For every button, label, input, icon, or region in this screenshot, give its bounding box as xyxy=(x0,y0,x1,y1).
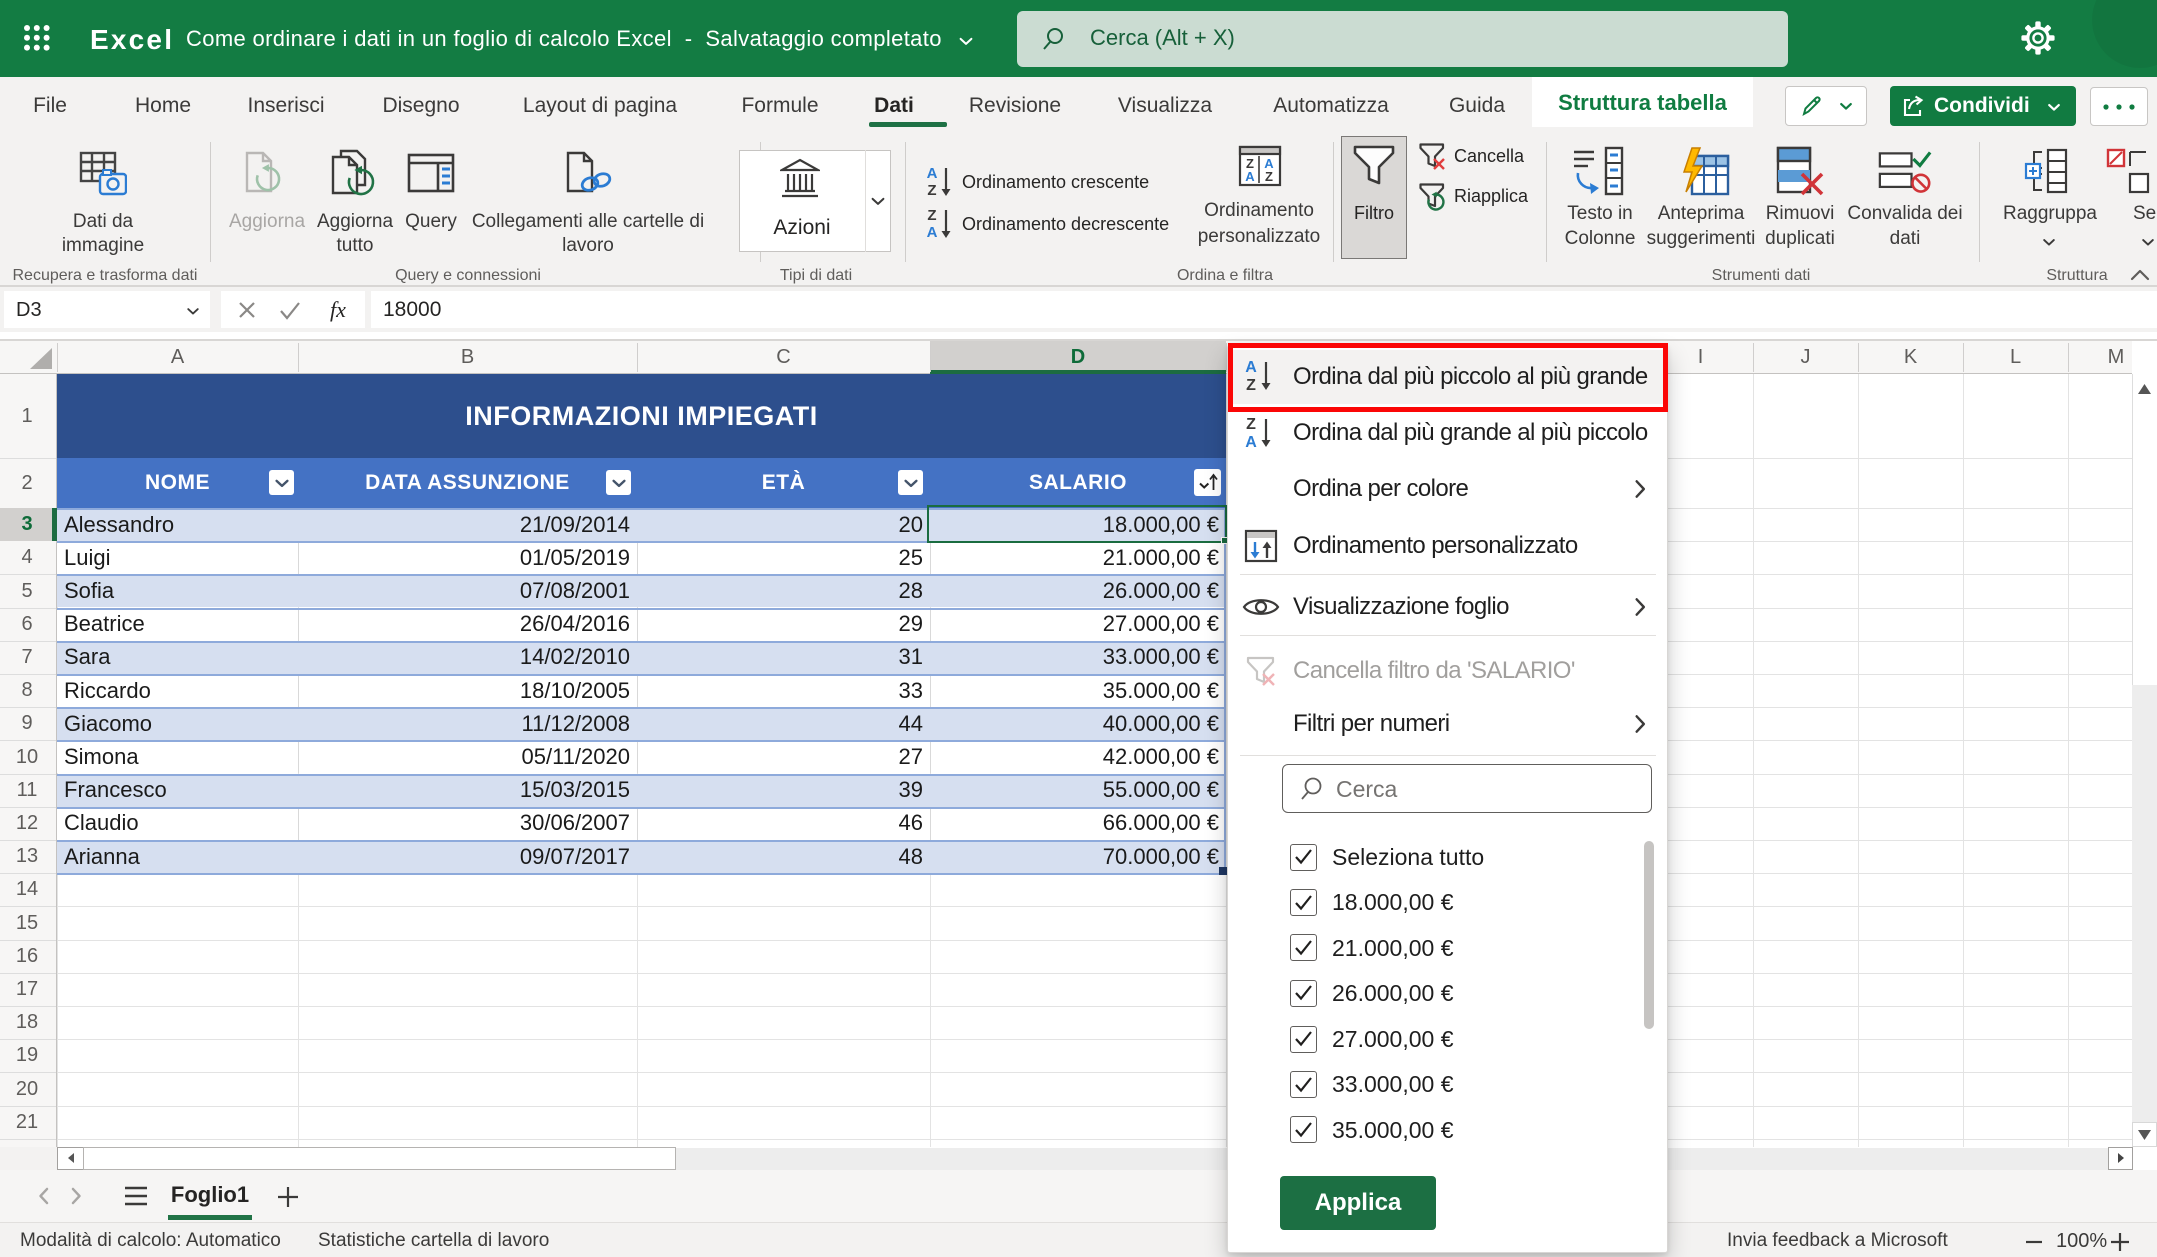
svg-text:A: A xyxy=(1245,359,1257,376)
svg-text:Z: Z xyxy=(927,207,936,224)
svg-text:Z: Z xyxy=(927,182,936,199)
svg-text:A: A xyxy=(1245,169,1255,184)
svg-text:A: A xyxy=(927,224,938,241)
svg-text:Z: Z xyxy=(1246,377,1256,394)
svg-text:A: A xyxy=(927,165,938,182)
svg-text:A: A xyxy=(1245,434,1257,451)
svg-text:Z: Z xyxy=(1265,169,1273,184)
svg-text:Z: Z xyxy=(1246,416,1256,433)
